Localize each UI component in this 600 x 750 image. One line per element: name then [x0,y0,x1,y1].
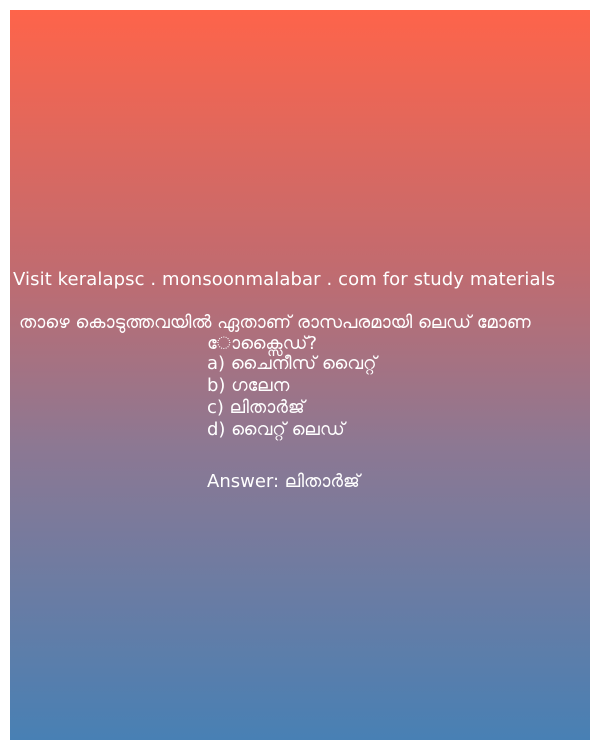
site-promo-text: Visit keralapsc . monsoonmalabar . com f… [13,269,556,290]
question-line-1: താഴെ കൊടുത്തവയിൽ ഏതാണ് രാസപരമായി ലെഡ് മോ… [19,312,531,333]
question-card: Visit keralapsc . monsoonmalabar . com f… [10,10,590,740]
option-c: c) ലിതാർജ് [207,397,305,418]
option-d: d) വൈറ്റ് ലെഡ് [207,419,345,440]
options-list: a) ചൈനീസ് വൈറ്റ് b) ഗലേന c) ലിതാർജ് d) വ… [207,353,377,441]
question-line-2: ോക്സൈഡ്? [207,333,317,354]
option-a: a) ചൈനീസ് വൈറ്റ് [207,353,377,374]
option-b: b) ഗലേന [207,375,290,396]
question-text: താഴെ കൊടുത്തവയിൽ ഏതാണ് രാസപരമായി ലെഡ് മോ… [19,312,590,354]
answer-text: Answer: ലിതാർജ് [207,471,360,492]
